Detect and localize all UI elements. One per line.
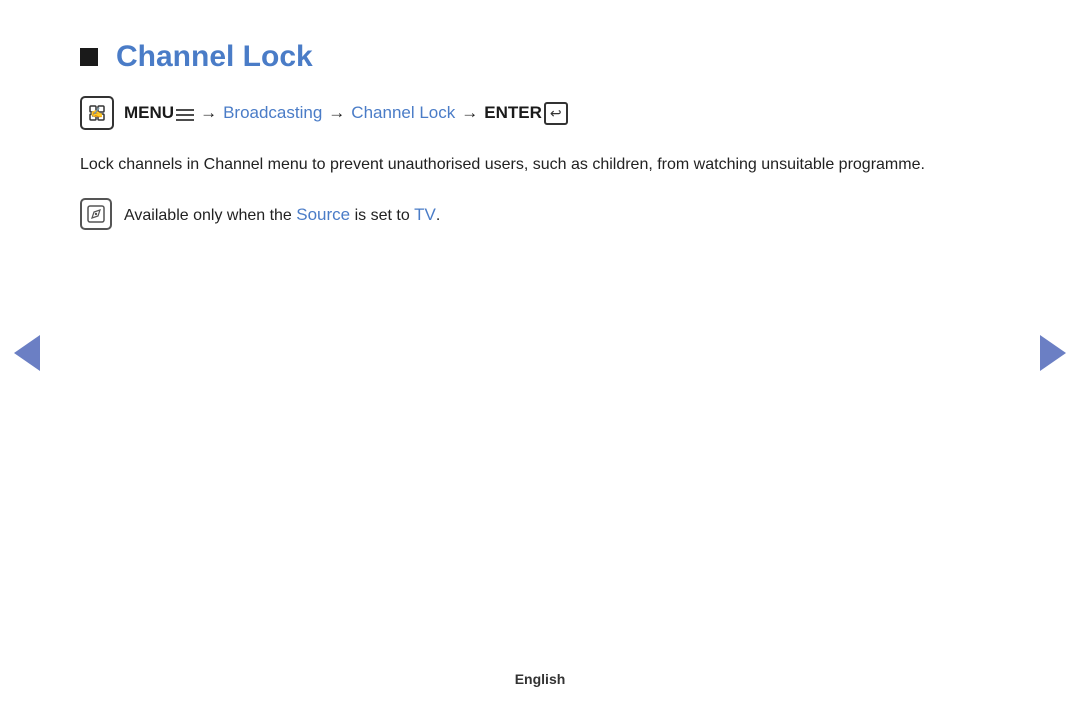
svg-text:✍: ✍	[91, 107, 103, 119]
arrow-2: →	[328, 103, 345, 123]
description-text: Lock channels in Channel menu to prevent…	[80, 152, 1000, 178]
footer-language: English	[515, 671, 566, 687]
note-suffix: .	[436, 207, 440, 224]
tv-link[interactable]: TV	[414, 205, 436, 224]
enter-label: ENTER	[484, 103, 542, 123]
enter-icon: ↩	[544, 102, 568, 125]
arrow-1: →	[200, 103, 217, 123]
menu-button-icon: ✍	[80, 96, 114, 130]
channel-lock-link[interactable]: Channel Lock	[351, 103, 455, 123]
arrow-3: →	[461, 103, 478, 123]
page-title: Channel Lock	[116, 40, 313, 74]
broadcasting-link[interactable]: Broadcasting	[223, 103, 322, 123]
source-link[interactable]: Source	[296, 205, 350, 224]
nav-previous-button[interactable]	[14, 335, 40, 371]
note-row: Available only when the Source is set to…	[80, 198, 1000, 230]
left-arrow-icon	[14, 335, 40, 371]
note-prefix: Available only when the	[124, 207, 296, 224]
note-middle: is set to	[350, 207, 414, 224]
nav-next-button[interactable]	[1040, 335, 1066, 371]
footer: English	[0, 671, 1080, 687]
title-square-icon	[80, 48, 98, 66]
main-content: Channel Lock ✍ MENU → Broadcasting →	[0, 0, 1080, 230]
title-row: Channel Lock	[80, 40, 1000, 74]
note-pencil-icon	[80, 198, 112, 230]
right-arrow-icon	[1040, 335, 1066, 371]
menu-grid-icon	[176, 107, 194, 121]
note-text: Available only when the Source is set to…	[124, 198, 440, 229]
menu-path-row: ✍ MENU → Broadcasting → Channel Lock → E…	[80, 96, 1000, 130]
menu-label: MENU	[124, 103, 174, 123]
